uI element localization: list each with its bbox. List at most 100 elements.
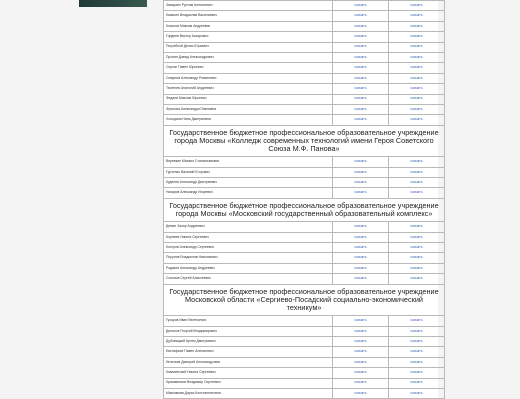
download-cell: скачать xyxy=(332,166,389,179)
download-cell: скачать xyxy=(388,315,445,327)
participant-name: Веревкин Михаил Станиславович xyxy=(163,156,333,168)
download-link-2[interactable]: скачать xyxy=(411,391,423,395)
download-link-1[interactable]: скачать xyxy=(355,349,367,353)
download-link-2[interactable]: скачать xyxy=(411,180,423,184)
participant-name: Корнеев Никита Сергеевич xyxy=(163,231,333,244)
table-row: Фролова Александра Павловна скачать скачат… xyxy=(163,103,445,116)
download-link-1[interactable]: скачать xyxy=(355,360,367,364)
institution-name: Государственное бюджетное профессиональн… xyxy=(163,283,445,317)
download-link-1[interactable]: скачать xyxy=(355,391,367,395)
download-link-2[interactable]: скачать xyxy=(411,349,423,353)
download-cell: скачать xyxy=(388,93,445,105)
download-link-2[interactable]: скачать xyxy=(411,255,423,260)
download-cell: скачать xyxy=(332,41,389,53)
download-link-1[interactable]: скачать xyxy=(355,339,367,343)
download-link-2[interactable]: скачать xyxy=(411,170,423,174)
table-row: Дубовицкий Артем Дмитриевич скачать скачат… xyxy=(163,335,445,348)
download-link-2[interactable]: скачать xyxy=(411,55,423,59)
download-link-1[interactable]: скачать xyxy=(355,224,367,228)
download-cell: скачать xyxy=(388,0,445,12)
download-link-1[interactable]: скачать xyxy=(355,13,367,17)
download-link-2[interactable]: скачать xyxy=(411,107,423,111)
download-cell: скачать xyxy=(332,72,389,85)
download-link-2[interactable]: скачать xyxy=(411,276,423,280)
download-link-1[interactable]: скачать xyxy=(355,117,367,121)
download-cell: скачать xyxy=(388,252,445,264)
participant-name: Гусаров Иван Евгеньевич xyxy=(163,315,333,327)
download-link-1[interactable]: скачать xyxy=(355,96,367,101)
participant-name: Заварзин Рустам Алексеевич xyxy=(163,0,333,12)
download-link-2[interactable]: скачать xyxy=(411,34,423,38)
download-link-1[interactable]: скачать xyxy=(355,76,367,80)
download-cell: скачать xyxy=(388,166,445,179)
download-link-1[interactable]: скачать xyxy=(355,44,367,49)
table-row: Демин Захар Андреевич скачать скачать xyxy=(163,221,445,233)
download-link-2[interactable]: скачать xyxy=(411,245,423,249)
download-link-2[interactable]: скачать xyxy=(411,339,423,343)
download-link-1[interactable]: скачать xyxy=(355,24,367,28)
download-link-1[interactable]: скачать xyxy=(355,170,367,174)
download-link-1[interactable]: скачать xyxy=(355,86,367,90)
download-cell: скачать xyxy=(388,367,445,379)
download-link-2[interactable]: скачать xyxy=(411,117,423,121)
download-cell: скачать xyxy=(332,346,389,358)
download-link-1[interactable]: скачать xyxy=(355,276,367,280)
download-link-1[interactable]: скачать xyxy=(355,255,367,260)
download-cell: скачать xyxy=(388,156,445,168)
download-link-2[interactable]: скачать xyxy=(411,318,423,322)
download-cell: скачать xyxy=(332,335,389,348)
download-link-1[interactable]: скачать xyxy=(355,190,367,195)
download-link-2[interactable]: скачать xyxy=(411,65,423,69)
download-link-2[interactable]: скачать xyxy=(411,370,423,374)
table-row: Коваленский Никита Сергеевич скачать скача… xyxy=(163,367,445,379)
download-link-2[interactable]: скачать xyxy=(411,76,423,80)
download-link-1[interactable]: скачать xyxy=(355,107,367,111)
download-link-1[interactable]: скачать xyxy=(355,329,367,333)
download-link-1[interactable]: скачать xyxy=(355,3,367,7)
download-cell: скачать xyxy=(332,273,389,285)
download-link-1[interactable]: скачать xyxy=(355,318,367,322)
participant-name: Порунов Владислав Николаевич xyxy=(163,252,333,264)
download-link-2[interactable]: скачать xyxy=(411,190,423,195)
table-row: Красавинков Владимир Сергеевич скачать ска… xyxy=(163,377,445,389)
download-link-1[interactable]: скачать xyxy=(355,266,367,270)
download-cell: скачать xyxy=(388,377,445,389)
download-link-2[interactable]: скачать xyxy=(411,235,423,239)
table-row: Заварзин Рустам Алексеевич скачать скачать xyxy=(163,0,445,12)
download-cell: скачать xyxy=(332,83,389,95)
download-link-2[interactable]: скачать xyxy=(411,329,423,333)
download-link-1[interactable]: скачать xyxy=(355,245,367,249)
table-row: Денисов Георгий Владимирович скачать скача… xyxy=(163,325,445,338)
download-cell: скачать xyxy=(388,242,445,254)
table-row: Евстафьев Павел Алексеевич скачать скачать xyxy=(163,346,445,358)
participant-name: Коваленский Никита Сергеевич xyxy=(163,367,333,379)
download-cell: скачать xyxy=(332,177,389,189)
download-link-2[interactable]: скачать xyxy=(411,3,423,7)
download-link-2[interactable]: скачать xyxy=(411,13,423,17)
participant-name: Демин Захар Андреевич xyxy=(163,221,333,233)
download-link-2[interactable]: скачать xyxy=(411,224,423,228)
download-cell: скачать xyxy=(332,387,389,399)
download-link-1[interactable]: скачать xyxy=(355,370,367,374)
download-link-2[interactable]: скачать xyxy=(411,380,423,385)
download-link-1[interactable]: скачать xyxy=(355,159,367,163)
download-link-1[interactable]: скачать xyxy=(355,34,367,38)
download-link-2[interactable]: скачать xyxy=(411,24,423,28)
download-link-1[interactable]: скачать xyxy=(355,235,367,239)
download-link-1[interactable]: скачать xyxy=(355,180,367,184)
download-link-2[interactable]: скачать xyxy=(411,44,423,49)
download-cell: скачать xyxy=(388,387,445,399)
participant-name: Игнатьев Дмитрий Александрович xyxy=(163,356,333,369)
participant-name: Костров Александр Сергеевич xyxy=(163,242,333,254)
download-link-1[interactable]: скачать xyxy=(355,55,367,59)
download-cell: скачать xyxy=(332,315,389,327)
participant-name: Погребной Денис Юрьевич xyxy=(163,41,333,53)
download-link-2[interactable]: скачать xyxy=(411,96,423,101)
download-link-2[interactable]: скачать xyxy=(411,266,423,270)
download-link-2[interactable]: скачать xyxy=(411,86,423,90)
download-link-2[interactable]: скачать xyxy=(411,159,423,163)
download-link-1[interactable]: скачать xyxy=(355,65,367,69)
download-link-2[interactable]: скачать xyxy=(411,360,423,364)
download-link-1[interactable]: скачать xyxy=(355,380,367,385)
table-row: Соколов Сергей Алексеевич скачать скачать xyxy=(163,273,445,285)
